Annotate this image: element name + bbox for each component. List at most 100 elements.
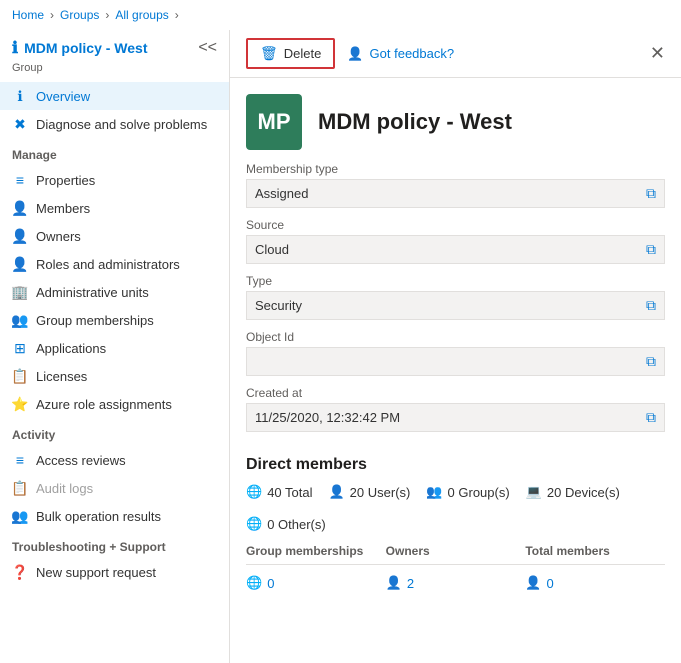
breadcrumb-groups[interactable]: Groups [60, 8, 99, 22]
resource-title: MDM policy - West [318, 109, 512, 135]
users-icon: 👤 [328, 484, 344, 500]
members-icon: 👤 [12, 200, 28, 216]
sidebar-item-licenses[interactable]: 📋 Licenses [0, 362, 229, 390]
sidebar-item-properties[interactable]: ≡ Properties [0, 166, 229, 194]
section-manage-label: Manage [0, 138, 229, 166]
field-source-label: Source [246, 218, 665, 232]
field-created-at-label: Created at [246, 386, 665, 400]
stat-total: 🌐 40 Total [246, 484, 312, 500]
field-object-id-value: ⧉ [246, 347, 665, 376]
sidebar-header: ℹ MDM policy - West << [0, 30, 229, 62]
field-type-label: Type [246, 274, 665, 288]
field-type: Type Security ⧉ [246, 274, 665, 320]
properties-icon: ≡ [12, 172, 28, 188]
breadcrumb-all-groups[interactable]: All groups [115, 8, 168, 22]
new-support-icon: ❓ [12, 564, 28, 580]
breadcrumb-sep3: › [175, 8, 179, 22]
applications-icon: ⊞ [12, 340, 28, 356]
overview-icon: ℹ [12, 88, 28, 104]
bottom-table: Group memberships Owners Total members 🌐… [230, 544, 681, 595]
diagnose-icon: ✖ [12, 116, 28, 132]
sidebar-item-members[interactable]: 👤 Members [0, 194, 229, 222]
bulk-ops-icon: 👥 [12, 508, 28, 524]
main-content: 🗑 Delete 👤 Got feedback? ✕ MP MDM policy… [230, 30, 681, 663]
copy-icon-membership[interactable]: ⧉ [646, 185, 656, 202]
delete-icon: 🗑 [260, 45, 278, 62]
section-support-label: Troubleshooting + Support [0, 530, 229, 558]
audit-logs-icon: 📋 [12, 480, 28, 496]
admin-units-icon: 🏢 [12, 284, 28, 300]
sidebar-title: ℹ MDM policy - West [12, 38, 148, 58]
access-reviews-icon: ≡ [12, 452, 28, 468]
resource-header: MP MDM policy - West [230, 78, 681, 162]
roles-icon: 👤 [12, 256, 28, 272]
field-type-value: Security ⧉ [246, 291, 665, 320]
delete-button[interactable]: 🗑 Delete [246, 38, 335, 69]
info-icon: ℹ [12, 38, 18, 58]
others-icon: 🌐 [246, 516, 262, 532]
col-owners: Owners [386, 544, 526, 558]
toolbar: 🗑 Delete 👤 Got feedback? ✕ [230, 30, 681, 78]
copy-icon-type[interactable]: ⧉ [646, 297, 656, 314]
owners-cell-icon: 👤 [386, 575, 402, 591]
field-source-value: Cloud ⧉ [246, 235, 665, 264]
close-button[interactable]: ✕ [650, 43, 665, 64]
sidebar-item-azure-roles[interactable]: ⭐ Azure role assignments [0, 390, 229, 418]
sidebar-item-diagnose[interactable]: ✖ Diagnose and solve problems [0, 110, 229, 138]
field-source: Source Cloud ⧉ [246, 218, 665, 264]
cell-owners: 👤 2 [386, 575, 526, 591]
cell-total-members: 👤 0 [525, 575, 665, 591]
sidebar-item-access-reviews[interactable]: ≡ Access reviews [0, 446, 229, 474]
direct-members-title: Direct members [230, 442, 681, 484]
field-created-at: Created at 11/25/2020, 12:32:42 PM ⧉ [246, 386, 665, 432]
azure-roles-icon: ⭐ [12, 396, 28, 412]
copy-icon-source[interactable]: ⧉ [646, 241, 656, 258]
stat-devices: 💻 20 Device(s) [526, 484, 620, 500]
col-total-members: Total members [525, 544, 665, 558]
sidebar-item-applications[interactable]: ⊞ Applications [0, 334, 229, 362]
field-object-id: Object Id ⧉ [246, 330, 665, 376]
sidebar-item-group-memberships[interactable]: 👥 Group memberships [0, 306, 229, 334]
toolbar-right: ✕ [650, 43, 665, 64]
sidebar: ℹ MDM policy - West << Group ℹ Overview … [0, 30, 230, 663]
field-membership-type-value: Assigned ⧉ [246, 179, 665, 208]
table-row: 🌐 0 👤 2 👤 0 [246, 571, 665, 595]
sidebar-item-owners[interactable]: 👤 Owners [0, 222, 229, 250]
breadcrumb: Home › Groups › All groups › [0, 0, 681, 30]
field-created-at-value: 11/25/2020, 12:32:42 PM ⧉ [246, 403, 665, 432]
cell-group-memberships: 🌐 0 [246, 575, 386, 591]
resource-avatar: MP [246, 94, 302, 150]
total-icon: 🌐 [246, 484, 262, 500]
sidebar-item-new-support[interactable]: ❓ New support request [0, 558, 229, 586]
fields-container: Membership type Assigned ⧉ Source Cloud … [230, 162, 681, 432]
licenses-icon: 📋 [12, 368, 28, 384]
devices-icon: 💻 [526, 484, 542, 500]
members-stats: 🌐 40 Total 👤 20 User(s) 👥 0 Group(s) 💻 2… [230, 484, 681, 544]
sidebar-subtitle: Group [0, 62, 229, 74]
sidebar-item-audit-logs[interactable]: 📋 Audit logs [0, 474, 229, 502]
stat-users: 👤 20 User(s) [328, 484, 410, 500]
section-activity-label: Activity [0, 418, 229, 446]
sidebar-item-admin-units[interactable]: 🏢 Administrative units [0, 278, 229, 306]
feedback-button[interactable]: 👤 Got feedback? [347, 46, 454, 62]
owners-icon: 👤 [12, 228, 28, 244]
breadcrumb-sep2: › [105, 8, 109, 22]
copy-icon-created-at[interactable]: ⧉ [646, 409, 656, 426]
stat-others: 🌐 0 Other(s) [246, 516, 326, 532]
sidebar-collapse-button[interactable]: << [198, 39, 217, 57]
group-memberships-icon: 👥 [12, 312, 28, 328]
breadcrumb-home[interactable]: Home [12, 8, 44, 22]
sidebar-item-overview[interactable]: ℹ Overview [0, 82, 229, 110]
field-object-id-label: Object Id [246, 330, 665, 344]
field-membership-type-label: Membership type [246, 162, 665, 176]
copy-icon-object-id[interactable]: ⧉ [646, 353, 656, 370]
field-membership-type: Membership type Assigned ⧉ [246, 162, 665, 208]
stat-groups: 👥 0 Group(s) [426, 484, 509, 500]
table-header: Group memberships Owners Total members [246, 544, 665, 565]
breadcrumb-sep1: › [50, 8, 54, 22]
sidebar-item-bulk-ops[interactable]: 👥 Bulk operation results [0, 502, 229, 530]
feedback-icon: 👤 [347, 46, 363, 62]
group-memberships-cell-icon: 🌐 [246, 575, 262, 591]
col-group-memberships: Group memberships [246, 544, 386, 558]
sidebar-item-roles[interactable]: 👤 Roles and administrators [0, 250, 229, 278]
